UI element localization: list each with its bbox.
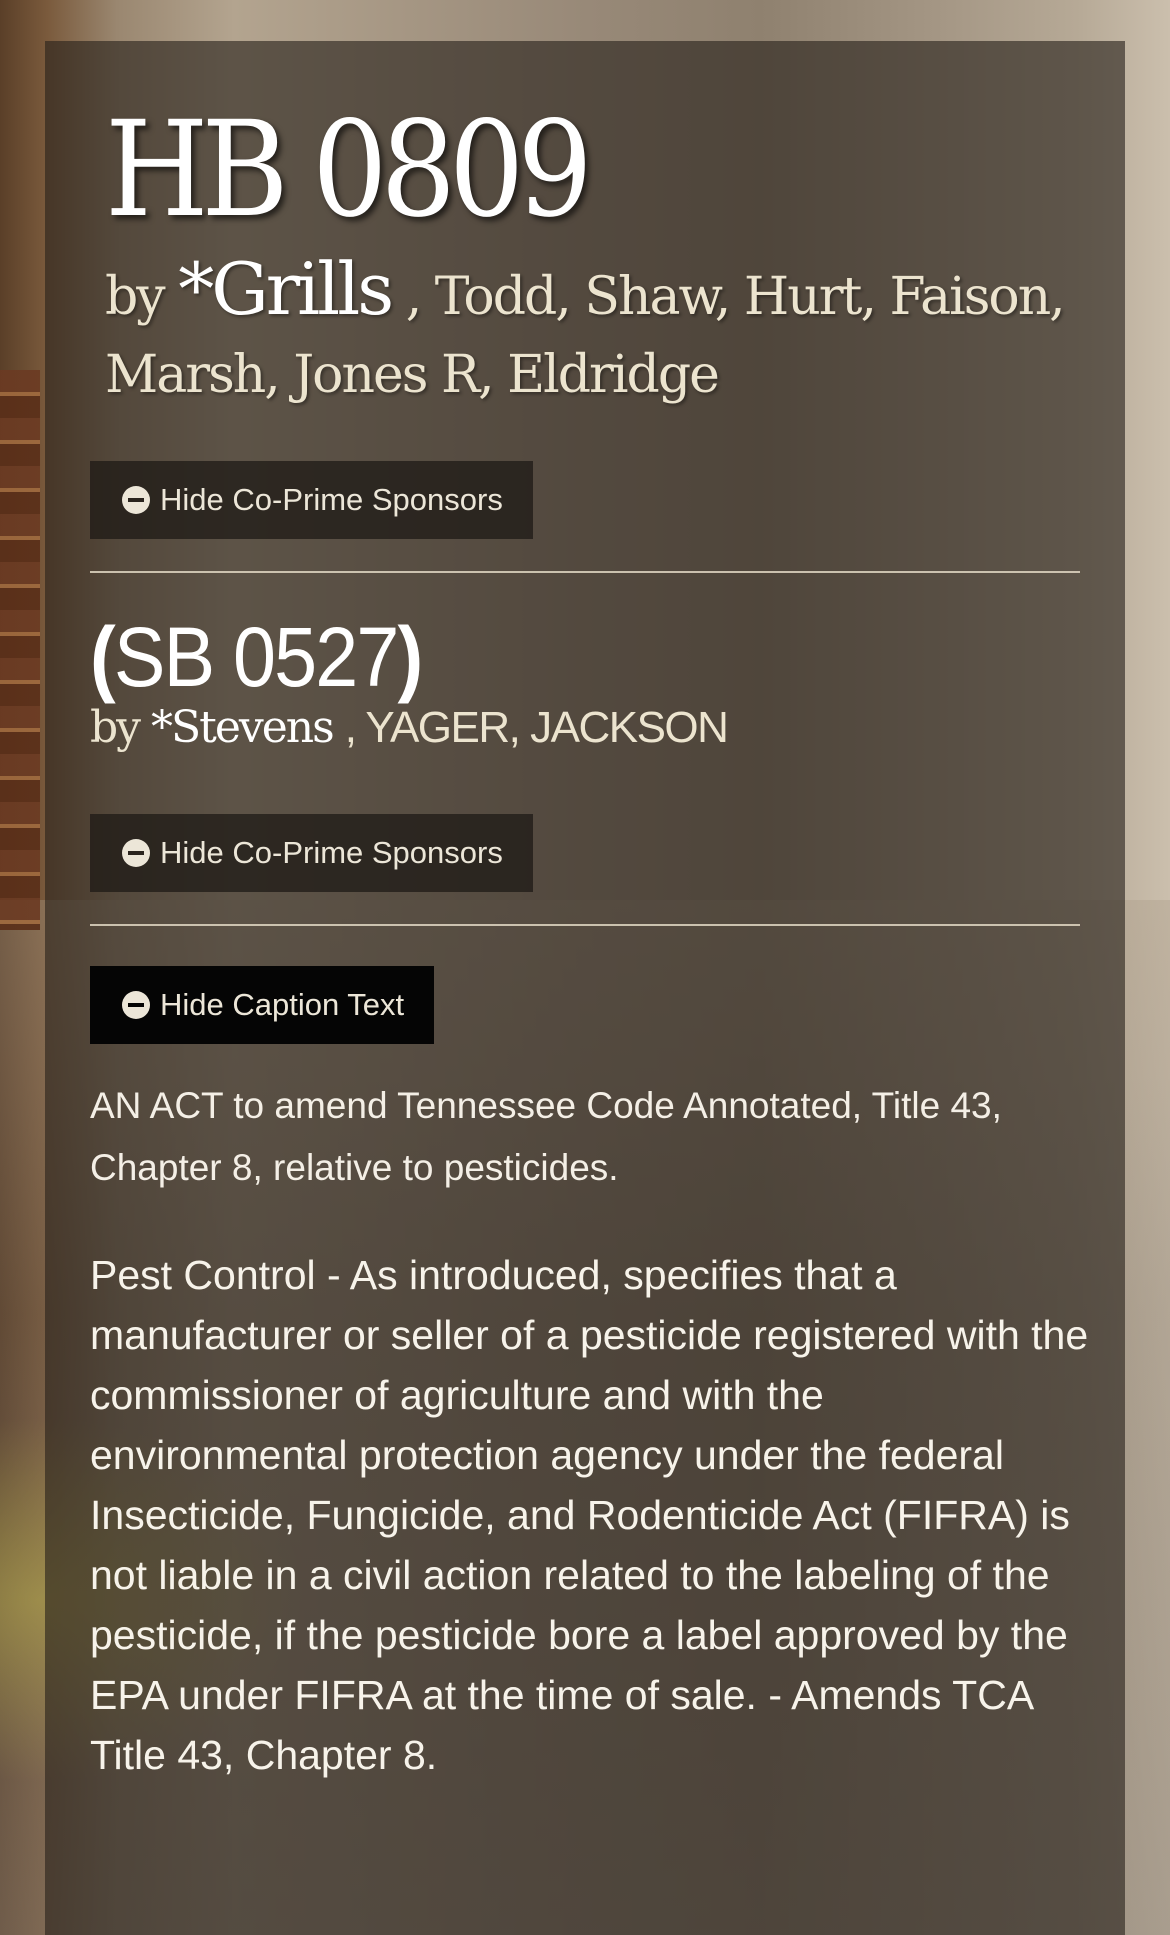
close-paren: )	[397, 610, 424, 704]
hide-caption-text-button[interactable]: Hide Caption Text	[90, 966, 435, 1044]
bill-sponsors: by *Grills , Todd, Shaw, Hurt, Faison, M…	[105, 247, 1066, 414]
prime-sponsor: *Grills	[178, 247, 394, 331]
divider	[90, 924, 1080, 926]
co-sponsors: , YAGER, JACKSON	[344, 703, 729, 752]
button-label: Hide Caption Text	[160, 987, 405, 1022]
background-bookshelf	[0, 370, 40, 930]
open-paren: (	[90, 610, 116, 704]
sponsor-prefix: by	[105, 267, 166, 327]
prime-sponsor: *Stevens	[151, 702, 335, 753]
bill-number: HB 0809	[105, 93, 593, 247]
button-label: Hide Co-Prime Sponsors	[160, 482, 503, 517]
minus-circle-icon	[122, 486, 150, 514]
bill-summary: Pest Control - As introduced, specifies …	[90, 1252, 1089, 1778]
divider	[90, 571, 1080, 573]
hide-co-prime-sponsors-button[interactable]: Hide Co-Prime Sponsors	[90, 814, 533, 892]
minus-circle-icon	[122, 991, 150, 1019]
companion-bill-number: (SB 0527)	[90, 615, 423, 699]
companion-number[interactable]: SB 0527	[114, 610, 399, 704]
hide-co-prime-sponsors-button[interactable]: Hide Co-Prime Sponsors	[90, 461, 533, 539]
minus-circle-icon	[122, 839, 150, 867]
button-label: Hide Co-Prime Sponsors	[160, 835, 503, 870]
companion-sponsors: by *Stevens , YAGER, JACKSON	[90, 702, 729, 755]
sponsor-prefix: by	[90, 702, 141, 753]
caption-text: AN ACT to amend Tennessee Code Annotated…	[90, 1085, 1002, 1188]
